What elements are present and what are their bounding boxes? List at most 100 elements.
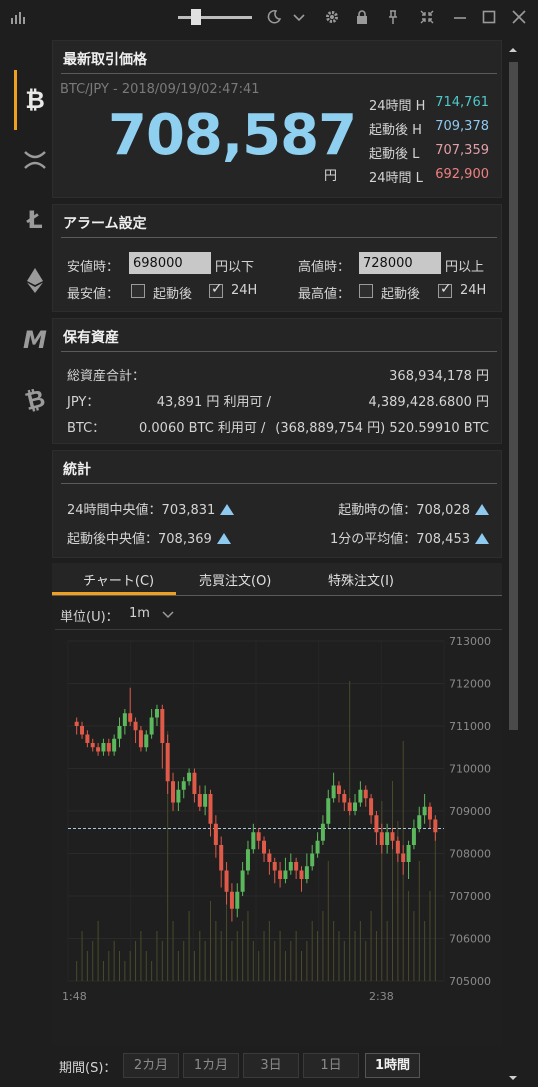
tab-orders[interactable]: 売買注文(O) — [199, 570, 271, 589]
opacity-slider-thumb[interactable] — [191, 9, 201, 25]
min-24h-label: 24H — [231, 283, 258, 298]
candle — [106, 743, 111, 752]
latest-price-panel: 最新取引価格 BTC/JPY - 2018/09/19/02:47:41 708… — [52, 40, 502, 198]
bitcoin-icon: ₿ — [25, 86, 45, 114]
candle — [320, 823, 325, 841]
candle — [417, 815, 422, 828]
period-2-months-button[interactable]: 2カ月 — [123, 1053, 179, 1078]
gear-icon[interactable] — [324, 9, 340, 25]
median-since-value: 708,369 — [158, 532, 212, 547]
candle — [374, 815, 379, 833]
candle — [342, 794, 347, 803]
chart-bars-icon[interactable] — [10, 9, 26, 25]
tab-chart[interactable]: チャート(C) — [83, 570, 154, 589]
candle — [192, 772, 197, 794]
moon-icon[interactable] — [266, 9, 282, 25]
maximize-icon[interactable] — [481, 9, 497, 25]
sidebar-item-bitcoin-cash[interactable]: ₿ — [14, 370, 54, 430]
candle — [294, 862, 299, 871]
min-since-start-checkbox[interactable] — [131, 284, 145, 298]
candle — [165, 743, 170, 782]
high-alarm-suffix: 円以上 — [445, 260, 485, 275]
ethereum-icon — [22, 266, 48, 294]
pin-icon[interactable] — [385, 9, 401, 25]
scroll-down-icon[interactable] — [507, 1072, 519, 1084]
btc-total: (368,889,754 円) 520.59910 BTC — [275, 421, 489, 436]
alarm-panel: アラーム設定 安値時： 円以下 高値時： 円以上 最安値： 起動後 24H 最高… — [52, 204, 502, 312]
sidebar-item-bitcoin[interactable]: ₿ — [14, 70, 54, 130]
opacity-slider-track[interactable] — [178, 16, 252, 19]
candle — [160, 709, 165, 743]
low-alarm-label: 安値時： — [67, 260, 120, 275]
chevron-down-icon[interactable] — [291, 9, 307, 25]
sidebar-item-ripple[interactable] — [14, 130, 54, 190]
candle — [385, 832, 390, 845]
lock-icon[interactable] — [354, 9, 370, 25]
jpy-label: JPY： — [67, 395, 100, 410]
up-triangle-icon — [475, 504, 489, 515]
candle — [133, 721, 138, 731]
candle — [358, 789, 363, 803]
max-24h-checkbox[interactable] — [438, 281, 452, 298]
low-alarm-input[interactable] — [129, 252, 211, 274]
candle — [171, 781, 176, 803]
stat-value-start-high: 709,378 — [435, 119, 489, 134]
median-24h-value: 703,831 — [161, 503, 216, 518]
sidebar-item-ethereum[interactable] — [14, 250, 54, 310]
y-tick-label: 706000 — [449, 933, 491, 946]
median-since-label: 起動後中央値： — [67, 532, 159, 547]
close-icon[interactable] — [511, 9, 527, 25]
candle — [144, 734, 149, 748]
unit-select[interactable]: 1m — [129, 606, 150, 621]
stat-value-24h-low: 692,900 — [435, 167, 489, 182]
candle — [122, 713, 127, 726]
pair-timestamp: BTC/JPY - 2018/09/19/02:47:41 — [60, 82, 260, 97]
candle — [310, 853, 315, 867]
period-1-day-button[interactable]: 1日 — [303, 1053, 359, 1078]
minimize-icon[interactable] — [452, 9, 468, 25]
max-since-start-checkbox[interactable] — [359, 284, 373, 298]
scroll-up-icon[interactable] — [507, 44, 519, 56]
high-alarm-label: 高値時： — [298, 260, 351, 275]
scrollbar-thumb[interactable] — [509, 62, 518, 730]
candle — [422, 806, 427, 816]
high-alarm-input[interactable] — [359, 252, 441, 274]
bitcoin-cash-icon: ₿ — [22, 384, 48, 416]
candle — [74, 721, 79, 726]
start-value-label: 起動時の値： — [338, 503, 417, 518]
assets-panel: 保有資産 総資産合計： 368,934,178 円 JPY： 43,891 円 … — [52, 318, 502, 444]
candlestick-chart[interactable]: 713000 712000 711000 710000 709000 708000 7070… — [52, 630, 502, 1046]
max-since-start-label: 起動後 — [381, 287, 421, 302]
candle — [251, 832, 256, 850]
tab-special-orders[interactable]: 特殊注文(I) — [328, 570, 394, 589]
jpy-available: 43,891 円 利用可 / — [156, 395, 271, 410]
y-tick-label: 713000 — [449, 635, 491, 648]
collapse-icon[interactable] — [419, 9, 435, 25]
candle — [406, 845, 411, 862]
period-3-days-button[interactable]: 3日 — [243, 1053, 299, 1078]
total-assets-value: 368,934,178 円 — [389, 369, 489, 384]
median-24h-label: 24時間中央値： — [67, 503, 162, 518]
candle — [315, 840, 320, 854]
avg-1m-value: 708,453 — [416, 532, 470, 547]
unit-chevron-down-icon[interactable] — [160, 606, 176, 622]
unit-label: 単位(U)： — [60, 610, 119, 625]
sidebar-item-monacoin[interactable]: M — [14, 310, 54, 370]
min-24h-checkbox[interactable] — [209, 281, 223, 298]
avg-1m-label: 1分の平均値： — [329, 532, 417, 547]
candle — [427, 806, 432, 820]
divider — [61, 483, 497, 484]
period-1-hour-button[interactable]: 1時間 — [365, 1053, 420, 1078]
candle — [283, 870, 288, 879]
candle — [336, 785, 341, 794]
up-triangle-icon — [216, 533, 231, 544]
jpy-total: 4,389,428.6800 円 — [368, 395, 489, 410]
max-24h-label: 24H — [460, 283, 487, 298]
candle — [288, 862, 293, 871]
sidebar-item-litecoin[interactable]: Ł — [14, 190, 54, 250]
x-tick-label: 1:48 — [62, 990, 87, 1003]
period-1-month-button[interactable]: 1カ月 — [183, 1053, 239, 1078]
candle — [304, 866, 309, 879]
candle — [235, 891, 240, 909]
candle — [203, 794, 208, 807]
